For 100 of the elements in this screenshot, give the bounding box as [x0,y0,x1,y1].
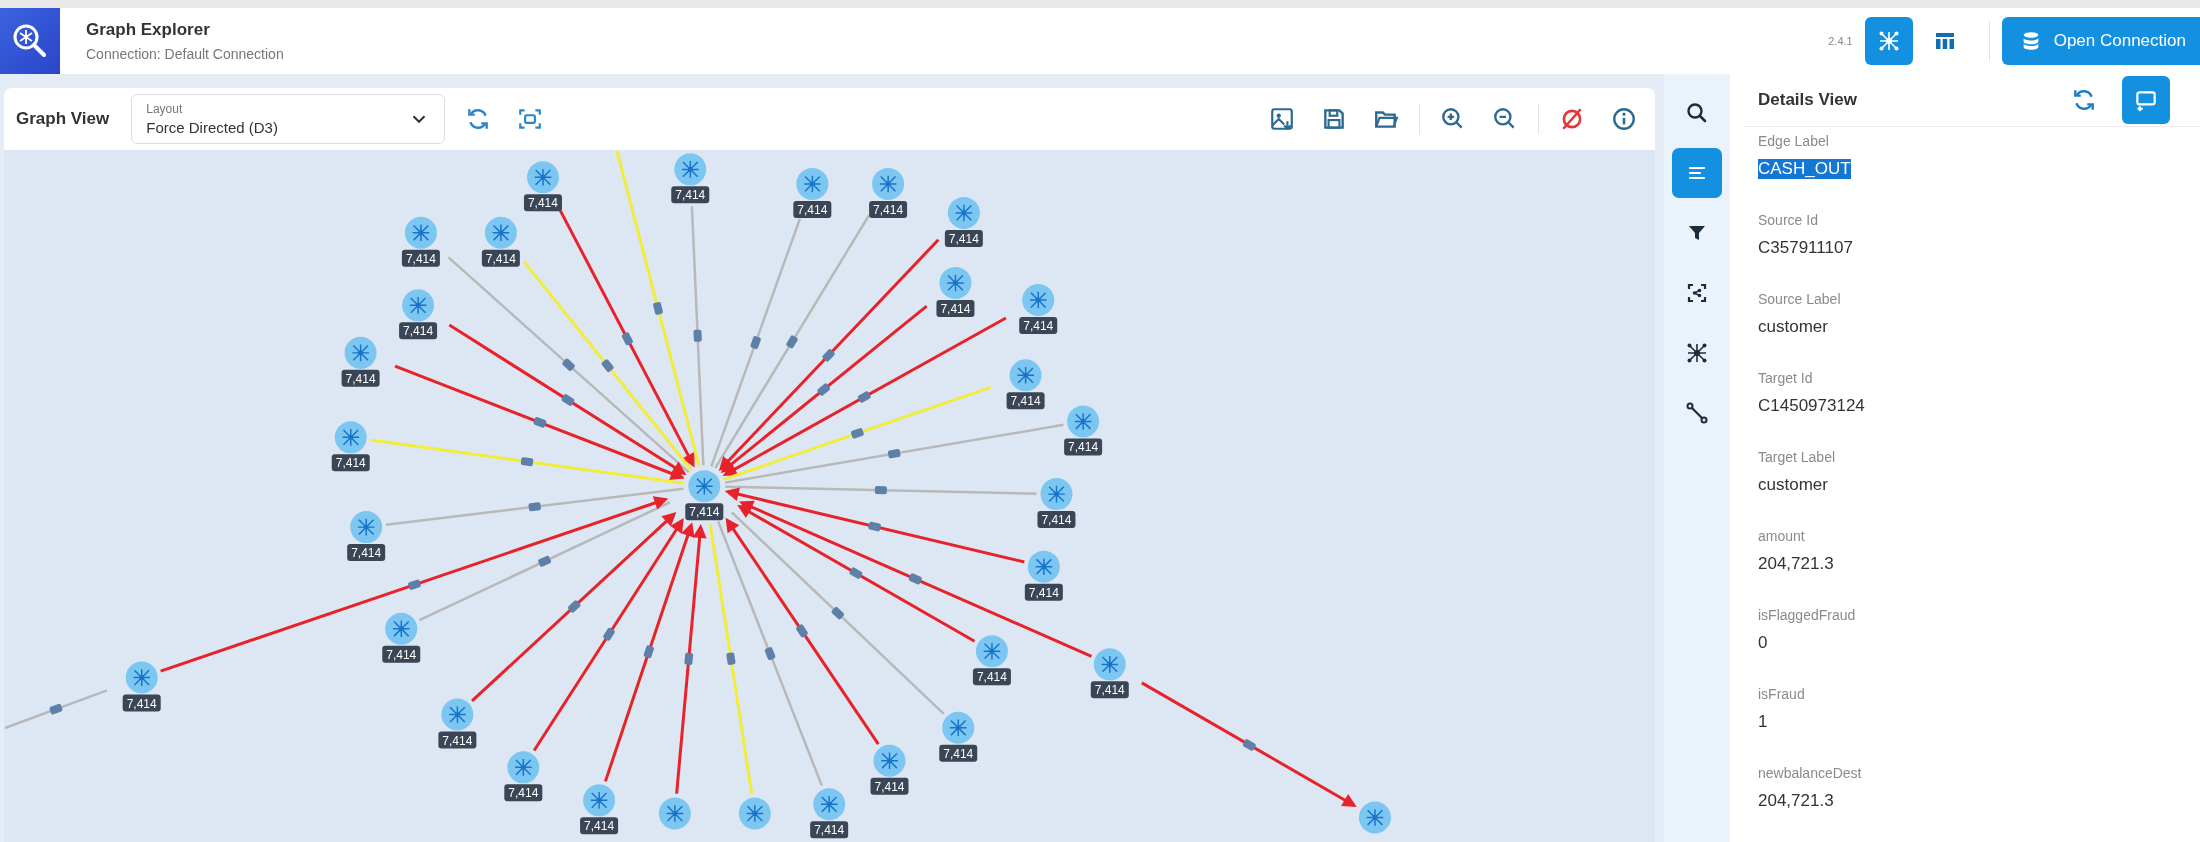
graph-edge[interactable] [710,218,802,467]
graph-node[interactable] [872,167,905,200]
graph-node[interactable] [526,161,559,194]
graph-node[interactable] [1093,648,1126,681]
graph-edge[interactable] [394,364,685,481]
graph-node[interactable] [813,788,846,821]
node-count-label: 7,414 [939,744,978,762]
graph-node[interactable] [738,797,771,830]
panel-title: Details View [1758,90,1858,110]
search-icon [1685,101,1709,125]
focus-icon [1685,281,1709,305]
node-count-label: 7,414 [580,817,619,835]
graph-node[interactable] [344,336,377,369]
node-count-label: 7,414 [401,249,440,267]
graph-node[interactable] [688,470,721,503]
graph-node[interactable] [947,196,980,229]
node-count-label: 7,414 [1064,438,1103,456]
graph-edge[interactable] [722,316,1007,476]
graph-node[interactable] [796,167,829,200]
graph-edge[interactable] [675,524,707,794]
layout-select[interactable]: Layout Force Directed (D3) [131,94,446,144]
node-count-label: 7,414 [481,249,520,267]
field-label: newbalanceDest [1758,765,1862,781]
graph-node[interactable] [334,421,367,454]
field-value: 204,721.3 [1758,554,1834,574]
field-label: amount [1758,528,1805,544]
node-count-label: 7,414 [438,731,477,749]
graph-edge[interactable] [720,305,928,473]
graph-edge[interactable] [1141,681,1357,807]
graph-edge[interactable] [604,522,695,782]
graph-node[interactable] [1022,284,1055,317]
node-count-label: 7,414 [347,544,386,562]
field-value: C357911107 [1758,238,1853,258]
network-icon [1685,341,1709,365]
graph-edge[interactable] [532,518,684,752]
field-label: Target Label [1758,449,1836,465]
field-value: 1 [1758,712,1768,732]
graph-node[interactable] [942,711,975,744]
field-value: customer [1758,317,1828,337]
graph-node[interactable] [873,744,906,777]
node-count-label: 7,414 [810,821,849,839]
field-label: Source Id [1758,212,1818,228]
graph-node[interactable] [939,266,972,299]
graph-node[interactable] [1027,550,1060,583]
graph-node[interactable] [350,511,383,544]
graph-edge[interactable] [739,500,1093,658]
graph-edge[interactable] [725,517,880,745]
fit-view-icon [517,106,544,132]
node-count-label: 7,414 [382,645,421,663]
graph-edge[interactable] [418,501,671,622]
graph-edge[interactable] [730,511,945,715]
field-label: isFraud [1758,686,1805,702]
graph-node[interactable] [583,784,616,817]
node-count-label: 7,414 [685,503,724,521]
graph-edge[interactable] [4,689,108,730]
toggle-view-button[interactable] [2122,76,2170,124]
graph-edge[interactable] [737,505,976,643]
graph-edge[interactable] [448,323,687,475]
graph-edge[interactable] [690,206,705,466]
graph-edge[interactable] [725,485,1037,495]
graph-node[interactable] [404,216,437,249]
graph-node[interactable] [441,698,474,731]
graph-edge[interactable] [385,487,684,526]
node-count-label: 7,414 [341,369,380,387]
graph-node[interactable] [1009,359,1042,392]
graph-edge[interactable] [160,496,669,673]
field-value: 204,721.3 [1758,791,1834,811]
graph-node[interactable] [658,797,691,830]
panel-title: Graph View [16,109,110,129]
graph-node[interactable] [402,289,435,322]
graph-node[interactable] [1040,478,1073,511]
graph-edge[interactable] [718,238,940,471]
graph-node[interactable] [674,153,707,186]
graph-node[interactable] [125,661,158,694]
field-label: isFlaggedFraud [1758,607,1856,623]
node-count-label: 7,414 [1090,681,1129,699]
graph-node[interactable] [385,612,418,645]
save-icon [1321,106,1347,132]
view-toggle-button[interactable] [1864,17,1913,65]
refresh-icon [2071,87,2097,113]
graph-edge[interactable] [714,214,870,469]
node-count-label: 7,414 [1006,392,1045,410]
graph-node[interactable] [975,635,1008,668]
field-value: 0 [1758,633,1768,653]
graph-node[interactable] [484,216,517,249]
graph-edge[interactable] [724,423,1064,484]
graph-node[interactable] [1067,405,1100,438]
node-count-label: 7,414 [936,299,975,317]
graph-node[interactable] [1358,801,1391,834]
node-count-label: 7,414 [523,194,562,212]
field-value: customer [1758,475,1828,495]
app-title: Graph Explorer [86,20,211,40]
node-count-label: 7,414 [1037,511,1076,529]
node-count-label: 7,414 [504,784,543,802]
graph-edge[interactable] [471,511,677,703]
graph-edge[interactable] [558,209,695,468]
graph-edge[interactable] [724,487,1025,564]
graph-node[interactable] [507,751,540,784]
graph-edge[interactable] [717,521,824,787]
graph-edge[interactable] [447,256,690,474]
